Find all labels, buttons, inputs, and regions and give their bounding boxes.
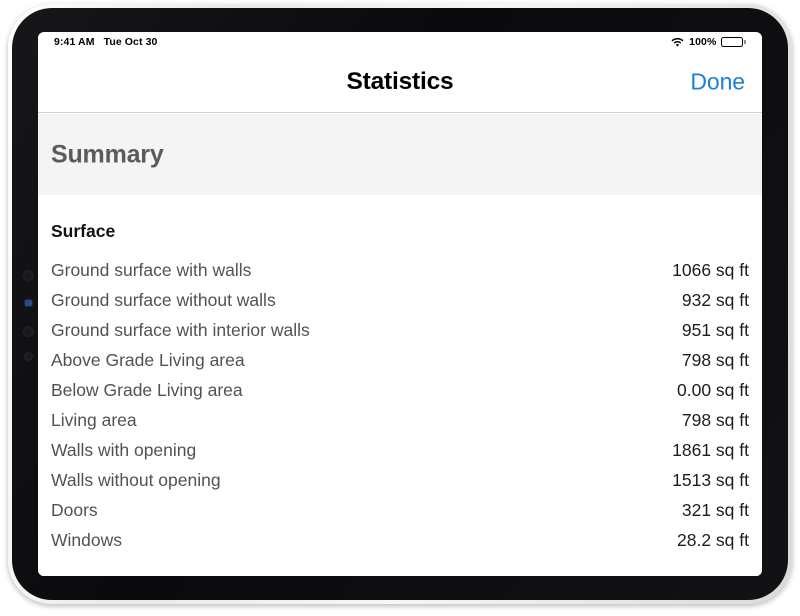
stat-row-label: Above Grade Living area — [51, 349, 245, 370]
battery-full-icon — [721, 37, 746, 47]
stat-row-label: Walls without opening — [51, 469, 221, 490]
stat-row: Ground surface without walls 932 sq ft — [38, 285, 762, 315]
tablet-device-frame: 9:41 AM Tue Oct 30 100% Statistics Done … — [8, 4, 792, 604]
stat-row-value: 28.2 sq ft — [677, 529, 749, 550]
stat-row-value: 1066 sq ft — [672, 259, 749, 280]
stat-row-label: Walls with opening — [51, 439, 197, 460]
camera-sensor-icon — [23, 270, 34, 281]
stat-row-value: 798 sq ft — [681, 409, 749, 430]
stat-row-value: 0.00 sq ft — [677, 379, 749, 400]
microphone-icon — [24, 352, 33, 361]
stat-row-label: Below Grade Living area — [51, 379, 243, 400]
summary-header-band: Summary — [38, 114, 762, 195]
stat-row-value: 1513 sq ft — [672, 469, 749, 490]
stat-row: Windows 28.2 sq ft — [38, 525, 762, 555]
status-time: 9:41 AM — [54, 36, 95, 48]
ambient-sensor-icon — [23, 326, 34, 337]
stat-row-value: 951 sq ft — [681, 319, 749, 340]
navigation-bar: Statistics Done — [38, 52, 762, 113]
status-bar-left: 9:41 AM Tue Oct 30 — [54, 36, 157, 48]
page-title: Statistics — [346, 68, 454, 95]
stat-row-label: Windows — [51, 529, 122, 550]
done-button[interactable]: Done — [690, 69, 745, 96]
stat-row-value: 932 sq ft — [681, 289, 749, 310]
stat-row-value: 321 sq ft — [681, 499, 749, 520]
section-heading-surface: Surface — [51, 221, 116, 241]
statistics-content: Surface Ground surface with walls 1066 sq… — [38, 195, 762, 576]
stat-row: Doors 321 sq ft — [38, 495, 762, 525]
status-bar: 9:41 AM Tue Oct 30 100% — [38, 32, 762, 52]
statistics-list: Ground surface with walls 1066 sq ft Groun… — [38, 255, 762, 555]
stat-row-label: Ground surface with walls — [51, 259, 252, 280]
status-indicator-icon — [25, 300, 32, 306]
stat-row-label: Living area — [51, 409, 137, 430]
device-bezel: 9:41 AM Tue Oct 30 100% Statistics Done … — [12, 8, 788, 600]
stat-row: Ground surface with walls 1066 sq ft — [38, 255, 762, 285]
stat-row-value: 1861 sq ft — [672, 439, 749, 460]
screen: 9:41 AM Tue Oct 30 100% Statistics Done … — [38, 32, 762, 576]
stat-row: Below Grade Living area 0.00 sq ft — [38, 375, 762, 405]
stat-row-label: Doors — [51, 499, 98, 520]
battery-percent-label: 100% — [689, 36, 717, 48]
status-bar-right: 100% — [671, 36, 746, 48]
wifi-icon — [671, 37, 684, 47]
stat-row: Walls with opening 1861 sq ft — [38, 435, 762, 465]
status-date: Tue Oct 30 — [103, 36, 158, 48]
summary-heading: Summary — [51, 140, 164, 168]
stat-row: Walls without opening 1513 sq ft — [38, 465, 762, 495]
stat-row: Ground surface with interior walls 951 sq… — [38, 315, 762, 345]
stat-row: Living area 798 sq ft — [38, 405, 762, 435]
stat-row: Above Grade Living area 798 sq ft — [38, 345, 762, 375]
stat-row-label: Ground surface with interior walls — [51, 319, 310, 340]
stat-row-label: Ground surface without walls — [51, 289, 276, 310]
stat-row-value: 798 sq ft — [681, 349, 749, 370]
